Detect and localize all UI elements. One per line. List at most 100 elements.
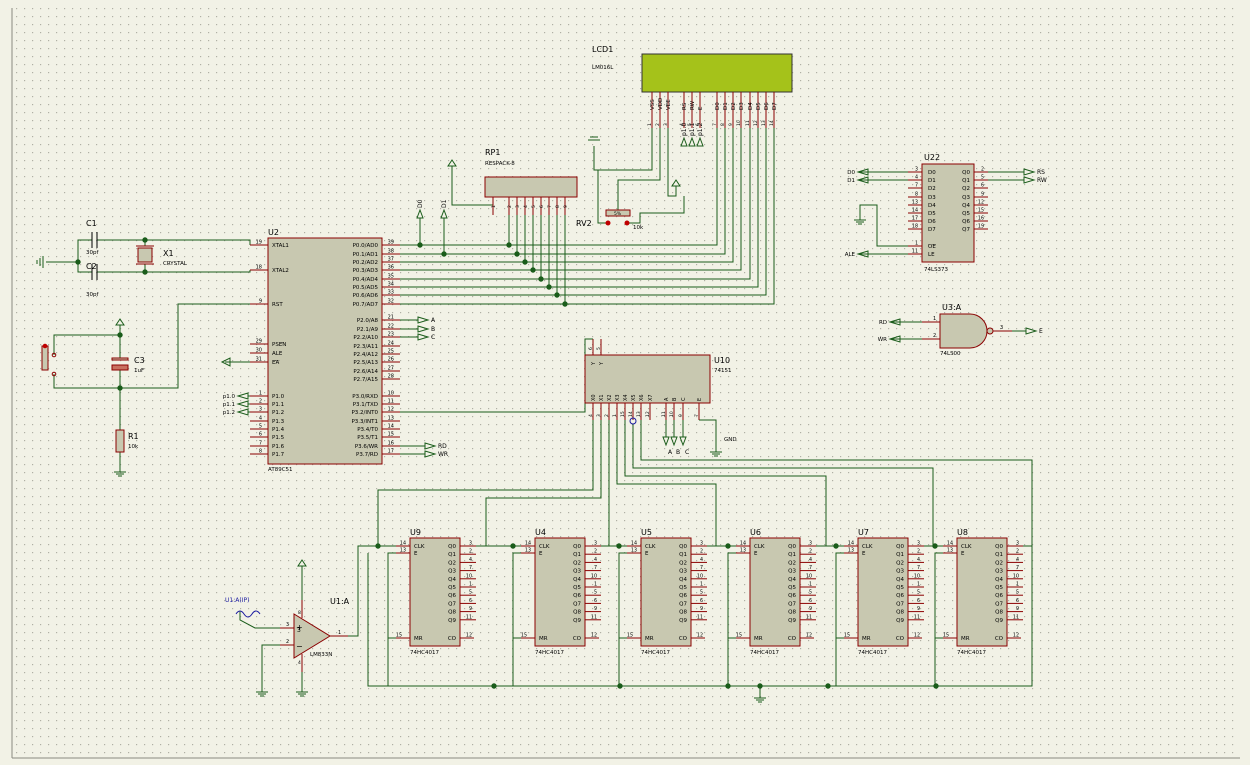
u2-pin-name: P2.0/A8 [357, 318, 379, 324]
c3-value: 1uF [134, 368, 144, 374]
junction-dot [725, 543, 731, 549]
counter-pin-num: 5 [917, 590, 920, 596]
u2-pin-num: 33 [388, 290, 394, 296]
reset-button-pin [42, 343, 48, 349]
counter-pin-name: E [862, 551, 866, 557]
u22-in-d1: D1 [847, 178, 855, 184]
counter-pin-name: Q8 [448, 610, 456, 616]
u22-pin-name: Q5 [962, 211, 970, 217]
u22-pin-num: 11 [912, 249, 918, 255]
counter-pin-num: 10 [466, 573, 472, 579]
u10-pin-name: X6 [639, 394, 645, 401]
counter-pin-name: Q2 [995, 560, 1003, 566]
counter-pin-num: 15 [396, 633, 402, 639]
counter-pin-num: 2 [1016, 549, 1019, 555]
counter-pin-name: Q7 [448, 601, 456, 607]
counter-pin-name: Q3 [679, 569, 687, 575]
counter-pin-num: 9 [700, 606, 703, 612]
counter-pin-name: CLK [961, 544, 972, 550]
lcd-pin-name: D3 [739, 102, 745, 110]
u2-pin-num: 37 [388, 257, 394, 263]
counter-pin-name: Q1 [788, 552, 796, 558]
counter-part: 74HC4017 [750, 650, 779, 656]
counter-pin-num: 2 [917, 549, 920, 555]
u2-pin-num: 25 [388, 349, 394, 355]
u2-pin-num: 30 [256, 348, 262, 354]
x1-ref: X1 [163, 249, 174, 258]
u2-pin-num: 18 [256, 265, 262, 271]
counter-pin-name: Q3 [573, 569, 581, 575]
u2-pin-num: 32 [388, 299, 394, 305]
u10-pin-num: 7 [694, 414, 700, 417]
counter-pin-num: 12 [1013, 633, 1019, 639]
u10-ref: U10 [714, 356, 730, 365]
counter-pin-name: Q0 [573, 544, 581, 550]
counter-ref: U8 [957, 528, 968, 537]
lcd-pin-name: RS [682, 102, 688, 110]
counter-pin-num: 1 [700, 582, 703, 588]
u10-pin-name: X7 [648, 394, 654, 401]
counter-pin-num: 7 [469, 565, 472, 571]
counter-pin-name: CO [896, 636, 905, 642]
junction-dot [932, 543, 938, 549]
u22-out-rs: RS [1037, 169, 1045, 176]
counter-pin-num: 10 [914, 573, 920, 579]
counter-pin-name: CO [995, 636, 1004, 642]
u10-pin-name: X0 [591, 394, 597, 401]
counter-pin-name: CO [788, 636, 797, 642]
counter-pin-name: Q3 [896, 569, 904, 575]
counter-pin-num: 3 [700, 541, 703, 547]
u2-pin-name: XTAL2 [272, 268, 289, 274]
u22-ref: U22 [924, 153, 940, 162]
u2-pin-num: 35 [388, 274, 394, 280]
rp1-pin-num: 5 [531, 205, 537, 208]
u2-pin-name: P3.6/WR [355, 444, 378, 450]
counter-pin-num: 9 [917, 606, 920, 612]
p0-d0: D0 [417, 199, 424, 208]
rp1-ref: RP1 [485, 148, 500, 157]
counter-pin-name: CO [573, 636, 582, 642]
counter-pin-name: Q7 [573, 601, 581, 607]
rp1-pin-num: 3 [515, 205, 521, 208]
u22-pin-name: Q1 [962, 178, 970, 184]
counter-pin-num: 7 [700, 565, 703, 571]
junction-dot [616, 543, 622, 549]
u22-pin-name: D4 [928, 203, 936, 209]
counter-pin-name: Q2 [448, 560, 456, 566]
counter-pin-num: 13 [400, 548, 406, 554]
counter-pin-num: 9 [469, 606, 472, 612]
u2-pin-num: 27 [388, 366, 394, 372]
u22-pin-name: D1 [928, 178, 936, 184]
u1-plus-sign: + [296, 623, 303, 632]
counter-pin-num: 2 [700, 549, 703, 555]
counter-part: 74HC4017 [535, 650, 564, 656]
u2-pin-num: 2 [259, 399, 262, 405]
u10-pin-num: 14 [628, 411, 634, 417]
u2-pin-num: 28 [388, 374, 394, 380]
u10-sel-c: C [685, 449, 689, 456]
c1-value: 30pf [86, 250, 99, 256]
counter-pin-num: 3 [809, 541, 812, 547]
u2-pin-name: P1.7 [272, 452, 285, 458]
lcd-pin-name: RW [690, 100, 696, 110]
junction-dot [617, 683, 623, 689]
schematic-canvas[interactable]: U2AT89C5119XTAL118XTAL29RST29PSEN30ALE31… [0, 0, 1250, 765]
u10-pin-num: 2 [604, 414, 610, 417]
counter-pin-name: Q0 [679, 544, 687, 550]
lcd-pin-num: 13 [761, 120, 767, 126]
u2-pin-name: P1.5 [272, 435, 285, 441]
u22-pin-name: Q6 [962, 219, 970, 225]
u10-pin-num: 13 [636, 411, 642, 417]
rp1-pin-num: 6 [539, 205, 545, 208]
u22-pin-name: OE [928, 244, 936, 250]
counter-pin-num: 6 [700, 598, 703, 604]
lcd-part: LM016L [592, 65, 614, 71]
counter-pin-name: Q1 [573, 552, 581, 558]
counter-pin-num: 2 [469, 549, 472, 555]
u2-pin-num: 5 [259, 424, 262, 430]
net-wr: WR [438, 451, 448, 458]
junction-dot [117, 385, 123, 391]
lcd-pin-num: 3 [663, 123, 669, 126]
counter-pin-name: CO [679, 636, 688, 642]
r1-value: 10k [128, 444, 139, 450]
